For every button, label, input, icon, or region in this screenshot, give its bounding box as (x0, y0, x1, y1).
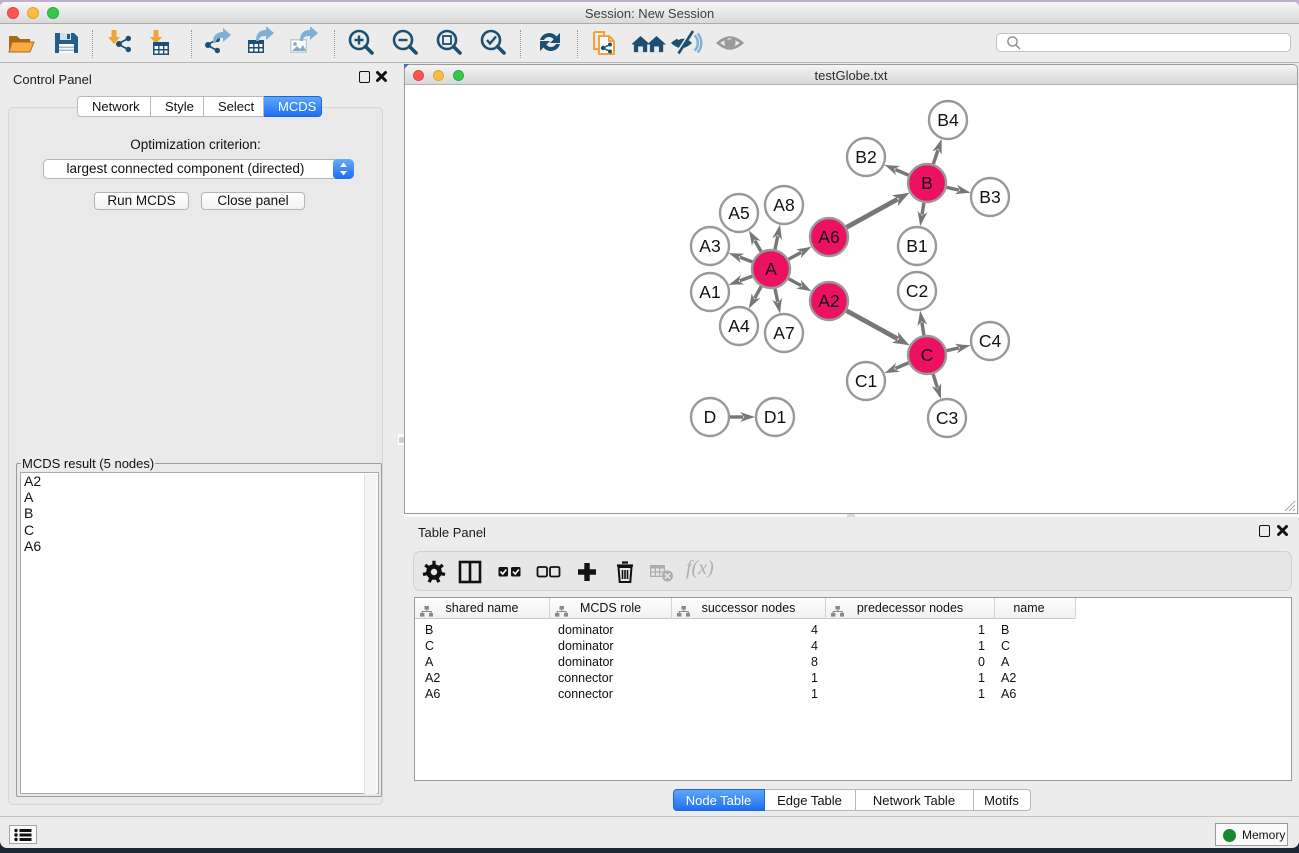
svg-text:A2: A2 (818, 291, 839, 311)
svg-text:C1: C1 (855, 371, 877, 391)
svg-text:B3: B3 (979, 187, 1000, 207)
svg-text:C4: C4 (979, 331, 1002, 351)
svg-text:C3: C3 (936, 408, 958, 428)
svg-text:B1: B1 (906, 236, 927, 256)
svg-text:D: D (704, 407, 717, 427)
svg-text:A8: A8 (773, 195, 794, 215)
svg-text:D1: D1 (764, 407, 786, 427)
svg-text:C: C (921, 345, 934, 365)
svg-text:C2: C2 (906, 281, 928, 301)
svg-text:A1: A1 (699, 282, 720, 302)
svg-text:A3: A3 (699, 236, 720, 256)
svg-text:B2: B2 (855, 147, 876, 167)
svg-text:A: A (765, 259, 777, 279)
svg-text:B4: B4 (937, 110, 959, 130)
svg-text:B: B (921, 173, 933, 193)
svg-text:A6: A6 (818, 227, 839, 247)
svg-text:A5: A5 (728, 203, 749, 223)
svg-text:A7: A7 (773, 323, 794, 343)
svg-text:A4: A4 (728, 316, 750, 336)
